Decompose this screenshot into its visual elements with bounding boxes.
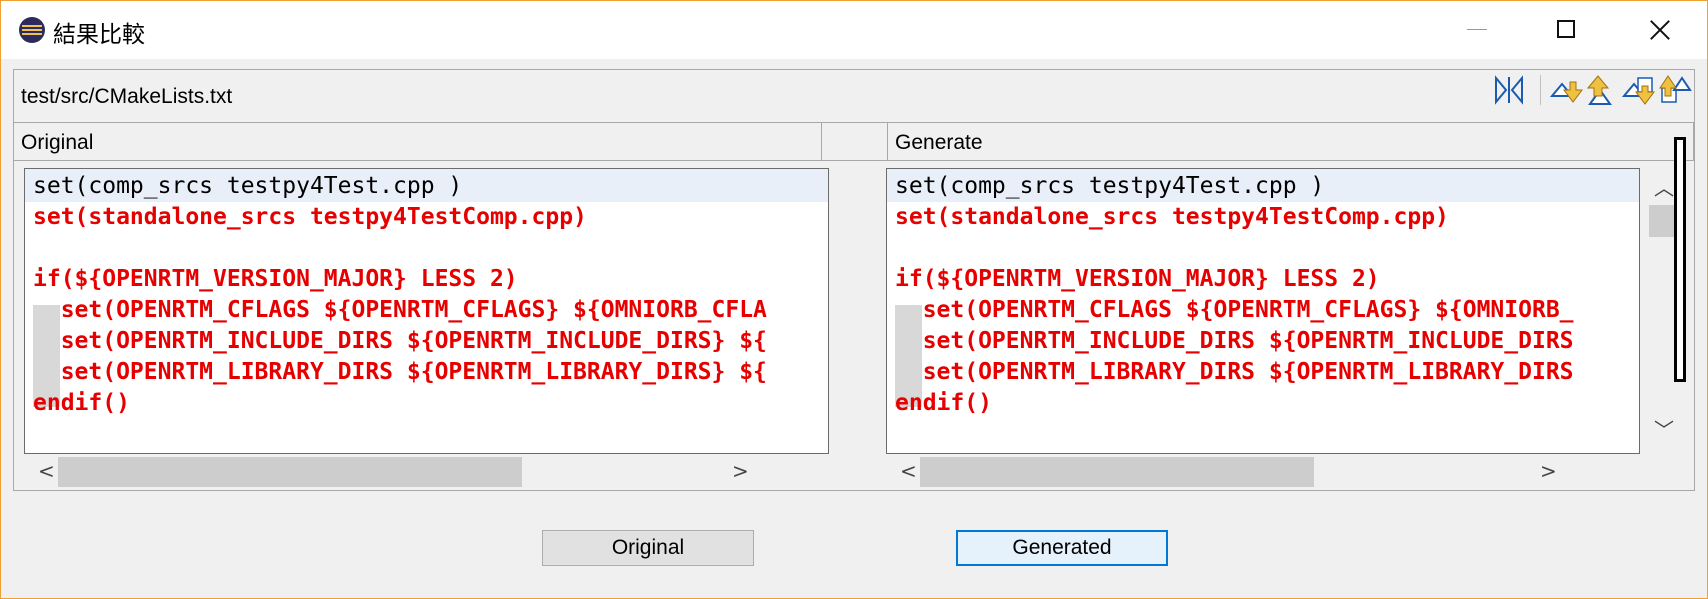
generate-pane-header: Generate xyxy=(888,122,1694,161)
original-pane-header: Original xyxy=(14,122,822,161)
next-change-icon[interactable] xyxy=(1621,74,1656,106)
code-line: set(standalone_srcs testpy4TestComp.cpp) xyxy=(33,204,587,230)
title-bar: 結果比較 xyxy=(1,1,1707,59)
code-line: set(comp_srcs testpy4Test.cpp ) xyxy=(895,173,1325,199)
code-line: endif() xyxy=(895,390,992,416)
scroll-up-icon[interactable]: ︿ xyxy=(1654,172,1674,201)
toolbar-separator xyxy=(1540,75,1541,105)
original-button[interactable]: Original xyxy=(542,530,754,566)
code-line: set(standalone_srcs testpy4TestComp.cpp) xyxy=(895,204,1449,230)
scroll-left-icon[interactable]: < xyxy=(900,459,917,483)
diff-connector-gutter xyxy=(829,168,886,454)
next-difference-icon[interactable] xyxy=(1549,74,1584,106)
file-path: test/src/CMakeLists.txt xyxy=(21,85,233,108)
horizontal-scroll-thumb[interactable] xyxy=(58,457,522,487)
code-line: set(OPENRTM_LIBRARY_DIRS ${OPENRTM_LIBRA… xyxy=(895,359,1574,385)
generate-horizontal-scrollbar[interactable]: < > xyxy=(886,455,1640,489)
previous-change-icon[interactable] xyxy=(1658,74,1692,106)
previous-difference-icon[interactable] xyxy=(1586,74,1620,106)
original-pane-label: Original xyxy=(21,131,94,154)
minimize-button[interactable] xyxy=(1429,1,1521,59)
code-line: if(${OPENRTM_VERSION_MAJOR} LESS 2) xyxy=(33,266,518,292)
overview-ruler[interactable] xyxy=(1674,137,1686,382)
maximize-button[interactable] xyxy=(1521,1,1613,59)
code-line: endif() xyxy=(33,390,130,416)
window-title: 結果比較 xyxy=(53,21,145,47)
scroll-right-icon[interactable]: > xyxy=(732,459,749,483)
code-line: set(OPENRTM_CFLAGS ${OPENRTM_CFLAGS} ${O… xyxy=(895,297,1574,323)
code-line: set(comp_srcs testpy4Test.cpp ) xyxy=(33,173,463,199)
horizontal-scroll-thumb[interactable] xyxy=(920,457,1314,487)
code-line: set(OPENRTM_INCLUDE_DIRS ${OPENRTM_INCLU… xyxy=(895,328,1574,354)
scroll-right-icon[interactable]: > xyxy=(1540,459,1557,483)
compare-panel: test/src/CMakeLists.txt Original Generat… xyxy=(13,69,1695,491)
center-header xyxy=(822,122,888,161)
compare-dialog: 結果比較 test/src/CMakeLists.txt Original Ge… xyxy=(0,0,1708,599)
original-horizontal-scrollbar[interactable]: < > xyxy=(24,455,829,489)
scroll-down-icon[interactable]: ﹀ xyxy=(1654,414,1674,443)
generate-editor[interactable]: set(comp_srcs testpy4Test.cpp ) set(stan… xyxy=(886,168,1640,454)
toggle-compare-icon[interactable] xyxy=(1492,74,1526,106)
generated-button[interactable]: Generated xyxy=(956,530,1168,566)
original-editor[interactable]: set(comp_srcs testpy4Test.cpp ) set(stan… xyxy=(24,168,829,454)
eclipse-icon xyxy=(19,17,45,43)
close-button[interactable] xyxy=(1613,1,1705,59)
compare-toolbar xyxy=(1492,70,1692,110)
generate-pane-label: Generate xyxy=(895,131,983,154)
code-line: set(OPENRTM_LIBRARY_DIRS ${OPENRTM_LIBRA… xyxy=(33,359,767,385)
code-line: set(OPENRTM_INCLUDE_DIRS ${OPENRTM_INCLU… xyxy=(33,328,767,354)
code-line: if(${OPENRTM_VERSION_MAJOR} LESS 2) xyxy=(895,266,1380,292)
code-line: set(OPENRTM_CFLAGS ${OPENRTM_CFLAGS} ${O… xyxy=(33,297,767,323)
scroll-left-icon[interactable]: < xyxy=(38,459,55,483)
